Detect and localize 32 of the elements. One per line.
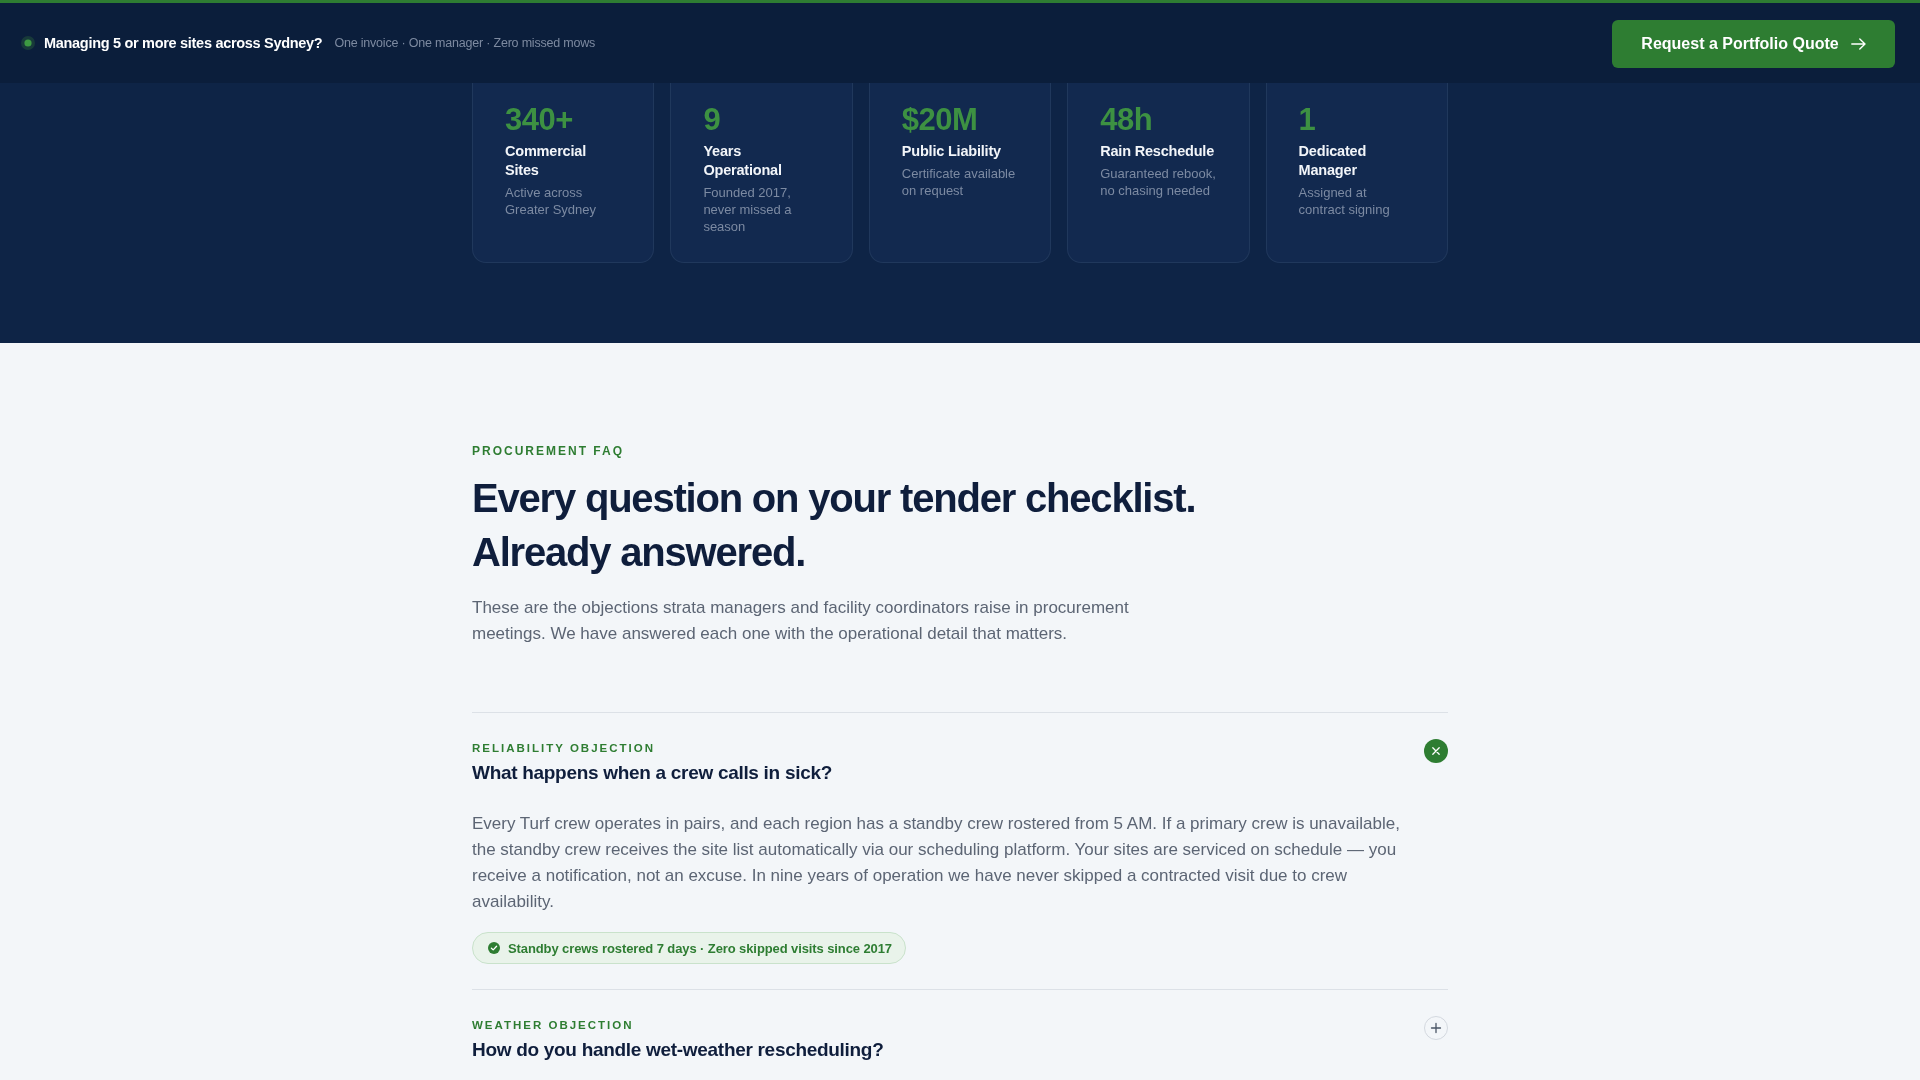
stat-label: Commercial Sites [505,142,587,180]
stat-label: Dedicated Manager [1298,142,1368,180]
stat-label: Rain Reschedule [1100,142,1216,161]
stat-value: 340+ [505,102,573,138]
stat-value: 1 [1298,102,1316,138]
section-heading: Every question on your tender checklist. Already answered. [472,475,1197,576]
faq-question: How do you handle wet-weather rescheduling? [472,1038,884,1062]
section-intro: These are the objections strata managers and facility coordinators raise in procurement meetings. We have answered each one with the operational detail that matters. [472,597,1130,645]
faq-question: What happens when a crew calls in sick? [472,761,832,785]
stat-value: 9 [703,102,721,138]
status-dot-icon [21,36,35,50]
stat-value: $20M [901,102,978,138]
section-eyebrow: PROCUREMENT FAQ [472,443,624,459]
stat-label: Public Liability [901,142,1002,161]
proof-text: Standby crews rostered 7 days · Zero skipped visits since 2017 [508,940,892,956]
stat-detail: Guaranteed rebook, no chasing needed [1100,165,1217,199]
close-icon[interactable] [1424,739,1448,763]
faq-category: WEATHER OBJECTION [472,1018,634,1033]
announcement-subline: One invoice · One manager · Zero missed mows [334,36,596,50]
plus-icon[interactable] [1424,1016,1448,1040]
arrow-right-icon [1850,38,1866,50]
stat-value: 48h [1100,102,1153,138]
stat-detail: Founded 2017, never missed a season [703,184,793,235]
stat-detail: Certificate available on request [901,165,1017,199]
check-circle-icon [488,942,500,954]
stat-detail: Active across Greater Sydney [505,184,598,218]
announcement-headline: Managing 5 or more sites across Sydney? [44,35,323,51]
stat-label: Years Operational [703,142,783,180]
faq-answer: Every Turf crew operates in pairs, and each region has a standby crew rostered from 5 AM. If a primary crew is unavailable, the standby crew receives the site list automatically via our scheduling platform. Your sites are serviced on schedule — you receive a notification, not an excuse. In nine years of operation we have never skipped a contracted visit due to crew availability. [472,813,1401,913]
quote-button[interactable]: Request a Portfolio Quote [1612,20,1895,68]
stat-detail: Assigned at contract signing [1298,184,1391,218]
faq-category: RELIABILITY OBJECTION [472,741,655,756]
